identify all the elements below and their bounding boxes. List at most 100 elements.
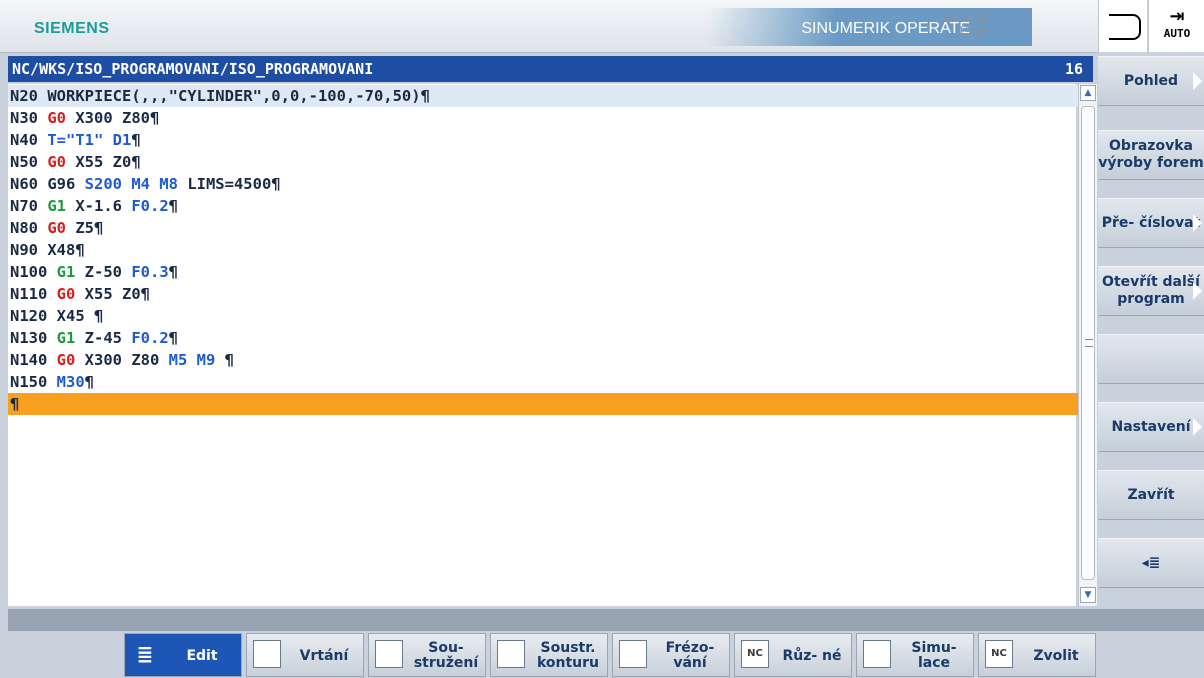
code-token: T="T1" D1 [47, 131, 132, 149]
softkey-label: Otevřít další program [1102, 274, 1200, 307]
program-line[interactable]: N150 M30¶ [8, 371, 1078, 393]
code-token: ¶ [10, 395, 20, 413]
title-bar: SIEMENS SINUMERIK OPERATE 16.05.22 19:19 [0, 0, 1098, 53]
program-line[interactable]: N20 WORKPIECE(,,,"CYLINDER",0,0,-100,-70… [8, 85, 1078, 107]
tab-drilling[interactable]: Vrtání [246, 633, 364, 677]
program-path: NC/WKS/ISO_PROGRAMOVANI/ISO_PROGRAMOVANI [12, 60, 374, 78]
code-token: N120 X45 ¶ [10, 307, 104, 325]
code-token: G0 [56, 351, 76, 369]
code-token: Z-45 [75, 329, 132, 347]
drill-icon [253, 640, 281, 668]
tab-turning[interactable]: Sou- stružení [368, 633, 486, 677]
code-token: G0 [47, 219, 66, 237]
program-line[interactable]: N40 T="T1" D1¶ [8, 129, 1078, 151]
date-text: 16.05.22 [941, 10, 988, 24]
nc-icon: NC [741, 640, 769, 668]
tab-various[interactable]: NC Růz- né [734, 633, 852, 677]
cursor-line[interactable]: ¶ [8, 393, 1078, 415]
program-line[interactable]: N100 G1 Z-50 F0.3¶ [8, 261, 1078, 283]
softkey-view[interactable]: Pohled [1098, 56, 1204, 106]
code-token: X300 Z80 [75, 351, 169, 369]
program-line[interactable]: N140 G0 X300 Z80 M5 M9 ¶ [8, 349, 1078, 371]
code-token: ¶ [84, 373, 95, 391]
code-token: N100 [10, 263, 57, 281]
program-line[interactable]: N70 G1 X-1.6 F0.2¶ [8, 195, 1078, 217]
turn-icon [375, 640, 403, 668]
tab-label: Simu- lace [911, 640, 957, 671]
horizontal-softkeys: ≣ Edit Vrtání Sou- stružení Soustr. konturu F… [0, 633, 1204, 677]
scroll-down-icon[interactable]: ▼ [1080, 587, 1096, 603]
tab-contour-turning[interactable]: Soustr. konturu [490, 633, 608, 677]
code-token: ¶ [168, 197, 178, 215]
tab-label: Vrtání [299, 647, 349, 664]
code-token: F0.2 [131, 329, 169, 347]
code-token: S200 M4 M8 [84, 175, 178, 193]
program-line[interactable]: N130 G1 Z-45 F0.2¶ [8, 327, 1078, 349]
code-token: LIMS=4500¶ [177, 175, 281, 193]
code-token: N130 [10, 329, 57, 347]
program-line[interactable]: N30 G0 X300 Z80¶ [8, 107, 1078, 129]
softkey-menu-back[interactable]: ◂≣ [1098, 538, 1204, 588]
tab-label: Růz- né [782, 647, 842, 664]
softkey-settings[interactable]: Nastavení [1098, 402, 1204, 452]
scroll-thumb[interactable] [1081, 106, 1095, 580]
code-token: X55 Z0¶ [66, 153, 141, 171]
code-token: ¶ [168, 263, 179, 281]
code-token: G0 [47, 153, 66, 171]
program-editor[interactable]: N20 WORKPIECE(,,,"CYLINDER",0,0,-100,-70… [8, 84, 1078, 606]
tab-milling[interactable]: Frézo- vání [612, 633, 730, 677]
status-strip [8, 609, 1204, 631]
code-token: N90 X48¶ [10, 241, 85, 259]
vertical-softkeys: Pohled Obrazovka výroby forem Pře- číslova… [1098, 56, 1204, 606]
code-token: ¶ [168, 329, 179, 347]
mill-icon [619, 640, 647, 668]
code-token: ¶ [131, 131, 141, 149]
code-token: N70 [10, 197, 48, 215]
submenu-arrow-icon [1193, 418, 1202, 436]
program-line[interactable]: N120 X45 ¶ [8, 305, 1078, 327]
code-token: ¶ [215, 351, 235, 369]
softkey-label: Nastavení [1111, 418, 1191, 435]
program-line[interactable]: N90 X48¶ [8, 239, 1078, 261]
softkey-close[interactable]: Zavřít [1098, 470, 1204, 520]
softkey-open-program[interactable]: Otevřít další program [1098, 266, 1204, 316]
softkey-label: Pře- číslovat [1101, 214, 1201, 231]
code-token: G1 [47, 197, 66, 215]
program-line[interactable]: N80 G0 Z5¶ [8, 217, 1078, 239]
softkey-label: Pohled [1123, 72, 1179, 89]
program-path-bar: NC/WKS/ISO_PROGRAMOVANI/ISO_PROGRAMOVANI… [8, 56, 1093, 82]
tab-label: Soustr. konturu [536, 640, 600, 671]
softkey-empty[interactable] [1098, 334, 1204, 384]
tab-label: Sou- stružení [413, 640, 479, 671]
program-line[interactable]: N110 G0 X55 Z0¶ [8, 283, 1078, 305]
code-token: N60 G96 [10, 175, 85, 193]
scroll-up-icon[interactable]: ▲ [1080, 85, 1096, 101]
tab-simulation[interactable]: Simu- lace [856, 633, 974, 677]
sim-icon [863, 640, 891, 668]
channel-state-icon [1098, 0, 1147, 52]
code-token: N110 [10, 285, 57, 303]
softkey-renumber[interactable]: Pře- číslovat [1098, 198, 1204, 248]
edit-icon: ≣ [136, 642, 154, 666]
code-token: X300 Z80¶ [66, 109, 160, 127]
code-token: G1 [56, 263, 76, 281]
code-token: F0.3 [131, 263, 169, 281]
code-token: X55 Z0¶ [75, 285, 150, 303]
softkey-label: Zavřít [1127, 486, 1175, 503]
code-token: N20 WORKPIECE(,,,"CYLINDER",0,0,-100,-70… [10, 87, 430, 105]
tab-edit[interactable]: ≣ Edit [124, 633, 242, 677]
tab-label: Frézo- vání [665, 640, 715, 671]
tab-select[interactable]: NC Zvolit [978, 633, 1096, 677]
softkey-mold-screen[interactable]: Obrazovka výroby forem [1098, 130, 1204, 180]
code-token: M30 [56, 373, 85, 391]
program-line[interactable]: N50 G0 X55 Z0¶ [8, 151, 1078, 173]
auto-mode-button[interactable]: ⇥ AUTO [1148, 0, 1204, 52]
code-token: F0.2 [131, 197, 169, 215]
datetime: 16.05.22 19:19 [941, 10, 988, 38]
code-token: N30 [10, 109, 48, 127]
editor-scrollbar[interactable]: ▲ ▼ [1078, 84, 1097, 606]
program-line[interactable]: N60 G96 S200 M4 M8 LIMS=4500¶ [8, 173, 1078, 195]
code-token: X-1.6 [66, 197, 132, 215]
siemens-logo: SIEMENS [34, 20, 110, 37]
submenu-arrow-icon [1193, 72, 1202, 90]
